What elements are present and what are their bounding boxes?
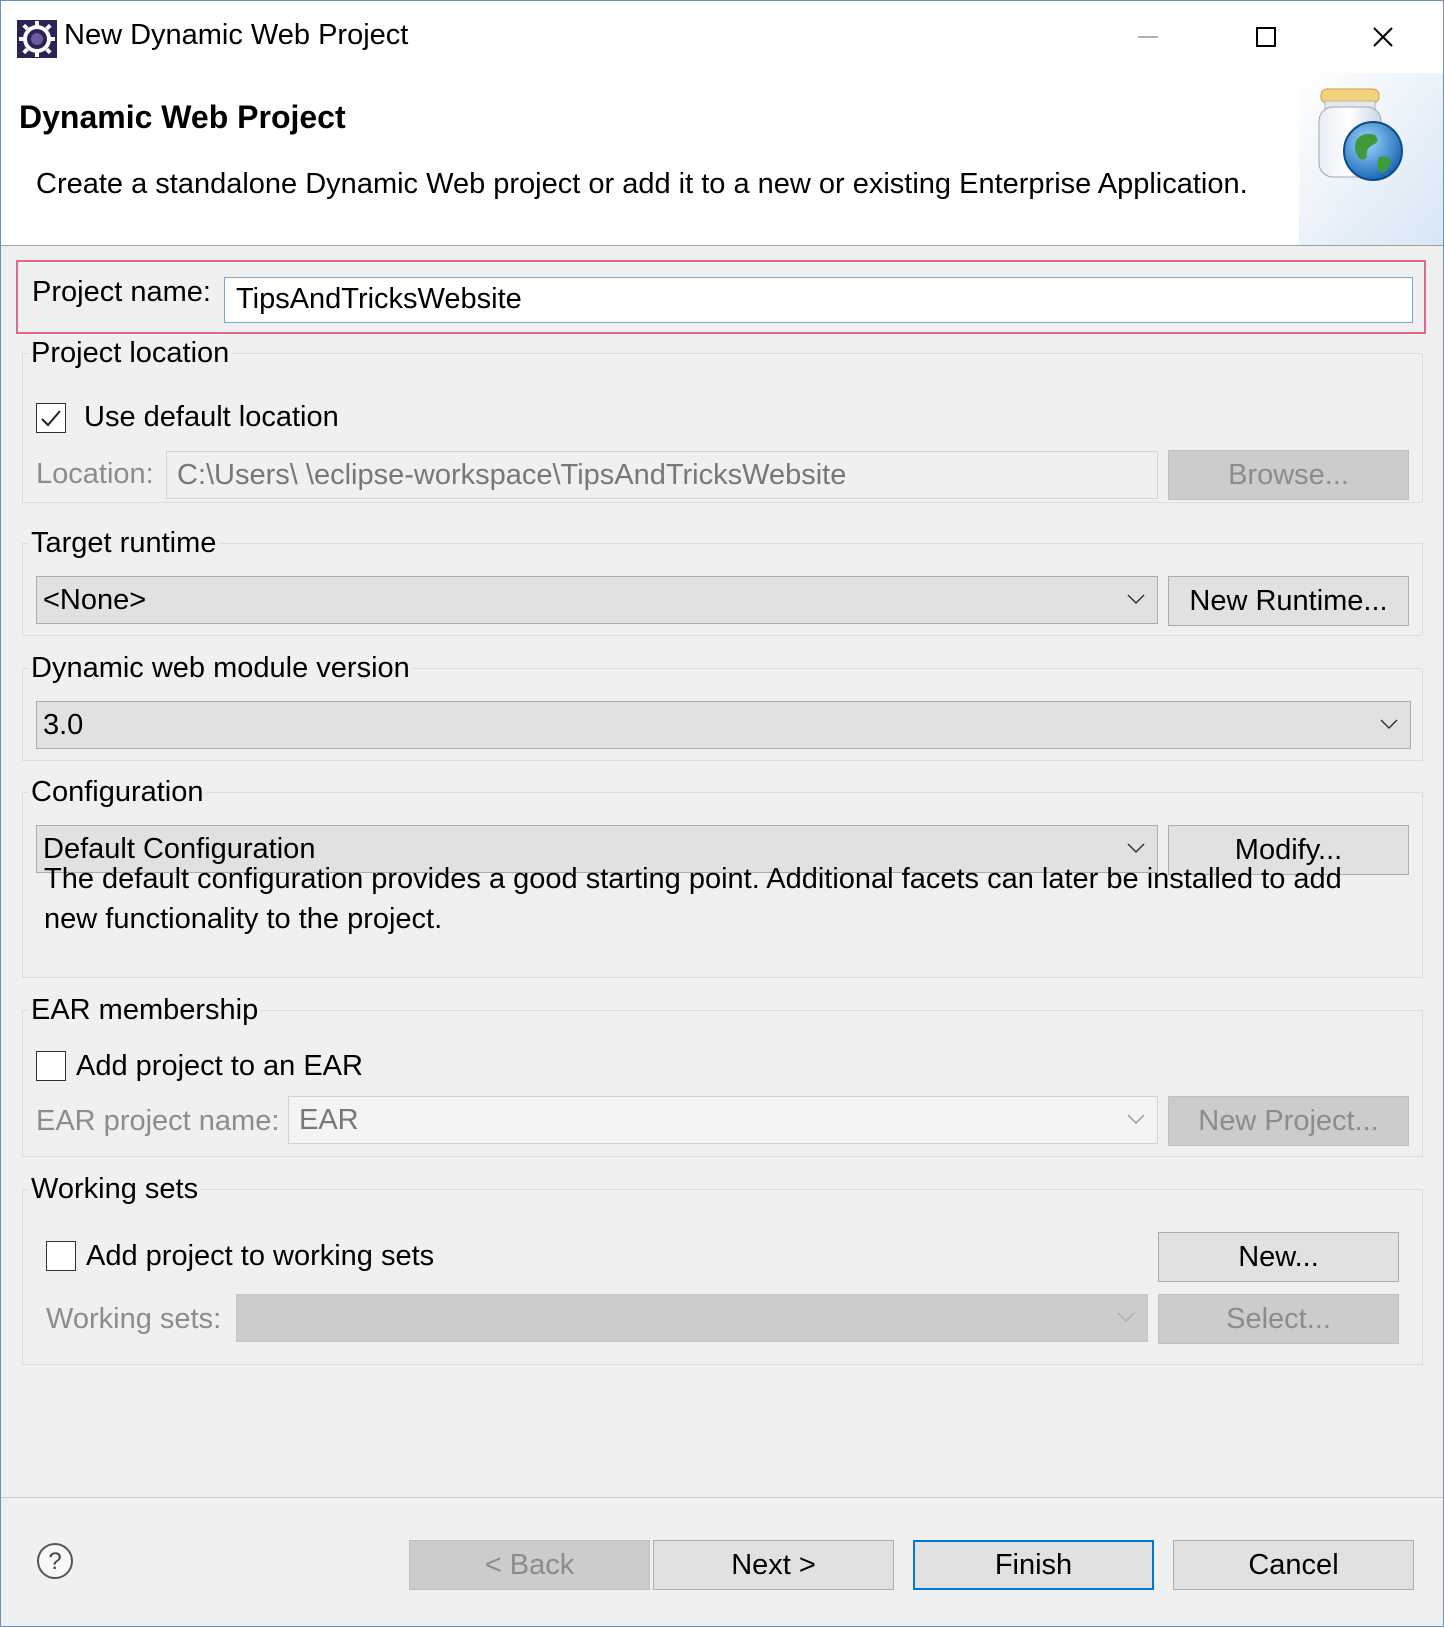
minimize-icon xyxy=(1138,36,1158,38)
configuration-description: The default configuration provides a goo… xyxy=(44,863,1342,935)
location-input[interactable]: C:\Users\ \eclipse-workspace\TipsAndTric… xyxy=(166,451,1158,499)
maximize-icon xyxy=(1256,27,1276,47)
web-project-jar-globe-icon xyxy=(1299,73,1443,245)
checkmark-icon xyxy=(41,410,61,427)
add-to-working-sets-checkbox[interactable] xyxy=(46,1241,76,1271)
window-title: New Dynamic Web Project xyxy=(64,19,409,51)
working-sets-combo[interactable] xyxy=(236,1294,1148,1342)
project-name-input[interactable]: TipsAndTricksWebsite xyxy=(224,277,1413,323)
working-sets-label: Working sets: xyxy=(46,1303,222,1335)
module-version-value: 3.0 xyxy=(43,709,84,741)
use-default-location-label: Use default location xyxy=(84,401,339,433)
add-to-ear-checkbox[interactable] xyxy=(36,1051,66,1081)
ear-project-name-label: EAR project name: xyxy=(36,1105,280,1137)
page-description: Create a standalone Dynamic Web project … xyxy=(36,168,1248,200)
finish-button[interactable]: Finish xyxy=(913,1540,1154,1590)
new-runtime-button[interactable]: New Runtime... xyxy=(1168,576,1409,626)
eclipse-icon xyxy=(17,20,57,58)
location-label: Location: xyxy=(36,458,154,490)
chevron-down-icon xyxy=(1127,1114,1145,1125)
help-icon[interactable]: ? xyxy=(36,1542,74,1580)
ear-project-name-combo[interactable]: EAR xyxy=(288,1096,1158,1144)
chevron-down-icon xyxy=(1127,594,1145,605)
new-working-set-button[interactable]: New... xyxy=(1158,1232,1399,1282)
working-sets-title: Working sets xyxy=(29,1173,201,1206)
target-runtime-title: Target runtime xyxy=(29,527,219,560)
wizard-header: Dynamic Web Project Create a standalone … xyxy=(1,73,1443,246)
module-version-title: Dynamic web module version xyxy=(29,652,412,685)
svg-text:?: ? xyxy=(48,1548,61,1575)
next-button[interactable]: Next > xyxy=(653,1540,894,1590)
maximize-button[interactable] xyxy=(1210,7,1322,67)
use-default-location-checkbox[interactable] xyxy=(36,403,66,433)
browse-button[interactable]: Browse... xyxy=(1168,450,1409,500)
dialog-window: New Dynamic Web Project Dynamic Web Proj… xyxy=(0,0,1444,1627)
add-to-ear-label: Add project to an EAR xyxy=(76,1050,363,1082)
configuration-title: Configuration xyxy=(29,776,206,809)
select-working-sets-button[interactable]: Select... xyxy=(1158,1294,1399,1344)
project-location-title: Project location xyxy=(29,337,232,370)
module-version-select[interactable]: 3.0 xyxy=(36,701,1411,749)
ear-project-name-value: EAR xyxy=(299,1104,359,1136)
add-to-working-sets-label: Add project to working sets xyxy=(86,1240,435,1272)
new-ear-project-button[interactable]: New Project... xyxy=(1168,1096,1409,1146)
close-icon xyxy=(1373,27,1393,47)
ear-membership-title: EAR membership xyxy=(29,994,261,1027)
target-runtime-value: <None> xyxy=(43,584,147,616)
minimize-button[interactable] xyxy=(1092,7,1204,67)
title-bar: New Dynamic Web Project xyxy=(1,1,1443,73)
page-title: Dynamic Web Project xyxy=(19,99,346,135)
chevron-down-icon xyxy=(1380,719,1398,730)
back-button[interactable]: < Back xyxy=(409,1540,650,1590)
chevron-down-icon xyxy=(1117,1312,1135,1323)
footer-divider xyxy=(1,1497,1443,1498)
close-button[interactable] xyxy=(1327,7,1439,67)
target-runtime-select[interactable]: <None> xyxy=(36,576,1158,624)
chevron-down-icon xyxy=(1127,843,1145,854)
cancel-button[interactable]: Cancel xyxy=(1173,1540,1414,1590)
project-name-label: Project name: xyxy=(32,276,211,308)
